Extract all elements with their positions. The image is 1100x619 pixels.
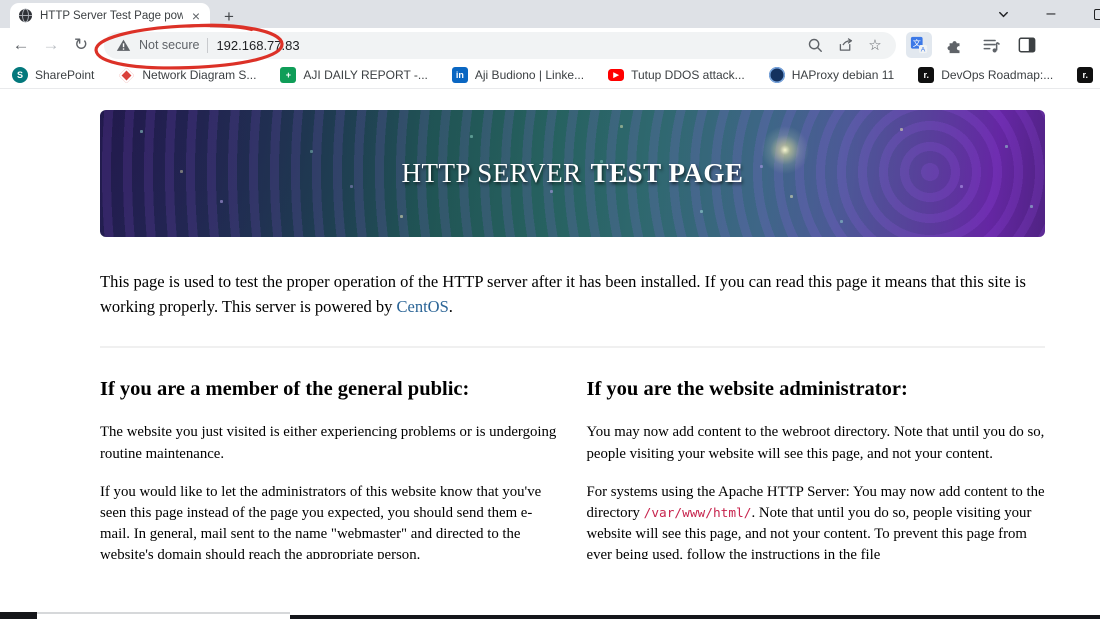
browser-toolbar: ← → ↻ Not secure 192.168.77.83 ☆ 文 A: [0, 28, 1100, 62]
public-paragraph-2: If you would like to let the administrat…: [100, 483, 542, 559]
centos-link[interactable]: CentOS: [396, 297, 448, 316]
haproxy-icon: [768, 67, 785, 83]
address-divider: [207, 37, 209, 53]
code-path-webroot: /var/www/html/: [643, 505, 752, 521]
window-controls: –: [994, 0, 1100, 28]
browser-tab[interactable]: HTTP Server Test Page powered ×: [10, 3, 210, 28]
taskbar-hairline: [37, 612, 290, 614]
back-button[interactable]: ←: [8, 32, 34, 58]
taskbar-left-segment: [0, 612, 37, 619]
share-icon[interactable]: [834, 34, 856, 56]
tab-close-icon[interactable]: ×: [190, 9, 202, 23]
maximize-button[interactable]: [1090, 5, 1100, 23]
linkedin-icon: in: [451, 67, 468, 83]
public-heading: If you are a member of the general publi…: [100, 378, 470, 401]
translate-icon[interactable]: 文 A: [906, 32, 932, 58]
url-text[interactable]: 192.168.77.83: [216, 38, 796, 53]
taskbar-edge-strip: [0, 612, 1100, 619]
security-label[interactable]: Not secure: [139, 38, 199, 52]
search-icon[interactable]: [804, 34, 826, 56]
new-tab-button[interactable]: +: [224, 8, 234, 25]
minimize-button[interactable]: –: [1042, 5, 1060, 23]
admin-paragraph-1: You may now add content to the webroot d…: [586, 424, 1045, 462]
bookmark-item[interactable]: HAProxy debian 11: [768, 67, 894, 83]
admin-paragraph-apache: For systems using the Apache HTTP Server…: [586, 483, 1045, 559]
bookmarks-bar: S SharePoint Network Diagram S... + AJI …: [0, 62, 1100, 89]
bookmark-star-icon[interactable]: ☆: [864, 34, 886, 56]
bookmark-item[interactable]: S SharePoint: [12, 67, 94, 83]
bookmark-item[interactable]: Network Diagram S...: [118, 67, 256, 83]
tab-title: HTTP Server Test Page powered: [40, 9, 183, 22]
address-bar[interactable]: Not secure 192.168.77.83 ☆: [104, 31, 896, 59]
forward-button[interactable]: →: [38, 32, 64, 58]
sharepoint-icon: S: [12, 67, 28, 83]
test-page-banner: HTTP SERVER TEST PAGE: [100, 110, 1045, 237]
page-title: HTTP SERVER TEST PAGE: [401, 158, 744, 188]
taskbar-right-segment: [290, 615, 1100, 619]
youtube-icon: ▶: [608, 69, 625, 81]
horizontal-rule: [100, 346, 1045, 349]
svg-text:A: A: [921, 47, 926, 54]
side-panel-icon[interactable]: [1014, 32, 1040, 58]
browser-window: HTTP Server Test Page powered × + – ← → …: [0, 0, 1100, 619]
drawio-icon: [119, 67, 135, 83]
sheets-icon: +: [280, 67, 297, 83]
bookmark-item[interactable]: + AJI DAILY REPORT -...: [280, 67, 428, 83]
page-viewport: HTTP SERVER TEST PAGE This page is used t…: [0, 89, 1100, 559]
bookmark-item[interactable]: ▶ Tutup DDOS attack...: [608, 68, 745, 82]
bookmark-item[interactable]: in Aji Budiono | Linke...: [451, 67, 584, 83]
public-paragraph-1: The website you just visited is either e…: [100, 424, 557, 462]
roadmap-icon: r.: [918, 67, 935, 83]
roadmap-icon: r.: [1077, 67, 1094, 83]
tab-strip: HTTP Server Test Page powered × + –: [0, 0, 1100, 28]
globe-favicon-icon: [18, 8, 33, 23]
admin-column: If you are the website administrator: Yo…: [587, 378, 1046, 559]
media-playlist-icon[interactable]: [978, 32, 1004, 58]
tab-search-chevron-icon[interactable]: [994, 5, 1012, 23]
intro-paragraph: This page is used to test the proper ope…: [100, 272, 1026, 317]
bookmark-item[interactable]: r. Docker Roadmap -...: [1077, 67, 1100, 83]
bookmark-item[interactable]: r. DevOps Roadmap:...: [918, 67, 1053, 83]
reload-button[interactable]: ↻: [68, 32, 94, 58]
admin-heading: If you are the website administrator:: [586, 378, 908, 401]
extensions-puzzle-icon[interactable]: [942, 32, 968, 58]
not-secure-warning-icon: [116, 39, 131, 51]
public-column: If you are a member of the general publi…: [100, 378, 559, 559]
